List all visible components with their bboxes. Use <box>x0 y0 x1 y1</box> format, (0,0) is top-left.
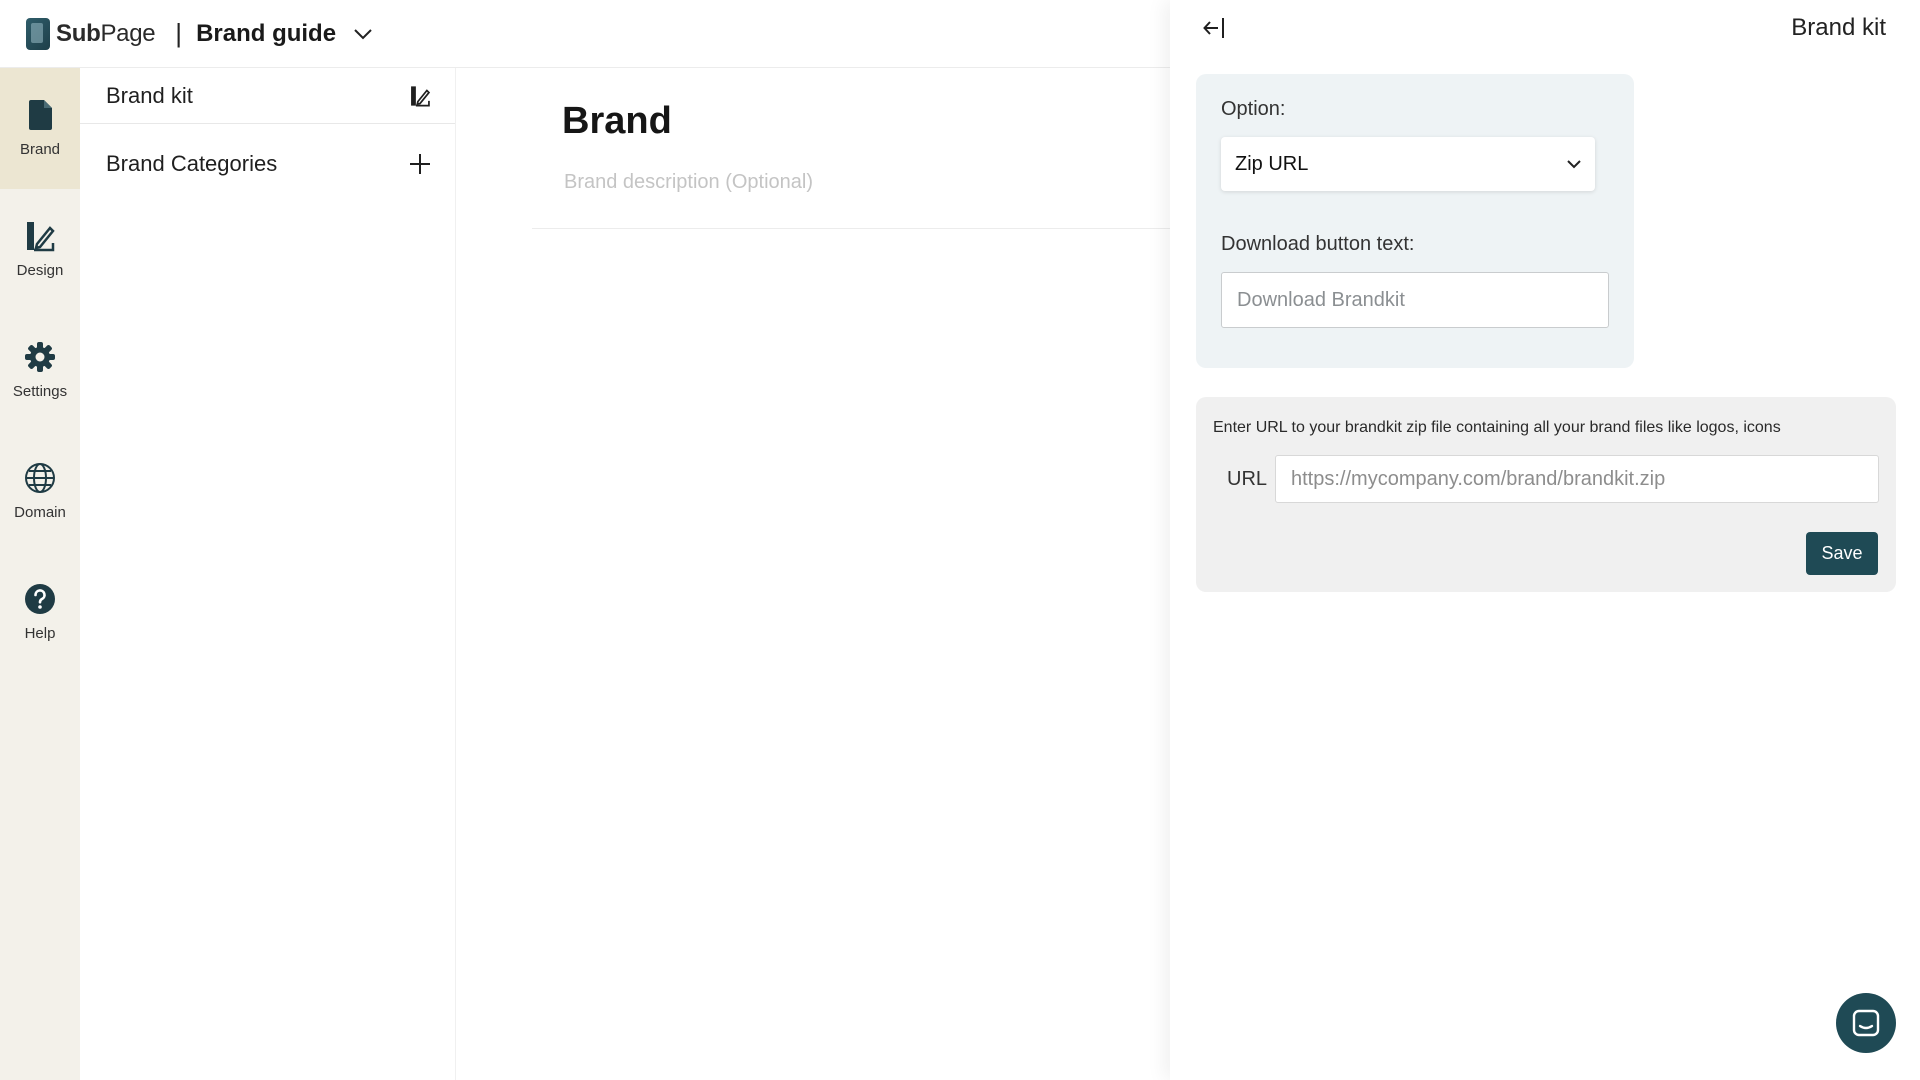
url-label: URL <box>1227 467 1268 490</box>
rail-label-domain: Domain <box>14 504 66 521</box>
rail-item-settings[interactable]: Settings <box>0 310 80 431</box>
url-hint-text: Enter URL to your brandkit zip file cont… <box>1213 419 1781 436</box>
main-content: Brand Brand description (Optional) <box>456 68 1172 1080</box>
save-button[interactable]: Save <box>1806 532 1878 575</box>
rail-label-settings: Settings <box>12 383 68 400</box>
top-header: SubPage | Brand guide <box>0 0 1170 68</box>
brand-description-input[interactable]: Brand description (Optional) <box>532 171 1172 194</box>
panel-title: Brand kit <box>1791 14 1886 41</box>
help-icon <box>25 584 55 614</box>
logo-light: Page <box>100 19 156 47</box>
rail-item-design[interactable]: Design <box>0 189 80 310</box>
rail-label-brand: Brand <box>19 141 61 158</box>
url-row: URL <box>1213 455 1879 503</box>
rail-item-help[interactable]: Help <box>0 552 80 673</box>
document-icon <box>29 100 52 130</box>
chevron-down-icon <box>1567 159 1581 168</box>
sidebar-item-brand-kit[interactable]: Brand kit <box>80 68 455 124</box>
document-title[interactable]: Brand guide <box>196 20 336 48</box>
chevron-down-icon[interactable] <box>352 23 374 45</box>
page-title[interactable]: Brand <box>532 100 1172 143</box>
rail-item-domain[interactable]: Domain <box>0 431 80 552</box>
subpage-logo-icon <box>26 17 50 50</box>
plus-icon[interactable] <box>409 153 431 175</box>
url-card: Enter URL to your brandkit zip file cont… <box>1196 397 1896 592</box>
url-input[interactable] <box>1275 455 1879 503</box>
download-button-text-label: Download button text: <box>1221 233 1415 255</box>
logo-bold: Sub <box>56 19 101 47</box>
brand-sidebar: Brand kit Brand Categories <box>80 68 456 1080</box>
chat-icon <box>1852 1009 1880 1037</box>
option-card: Option: Zip URL Download button text: <box>1196 74 1634 368</box>
design-icon <box>27 222 55 252</box>
title-separator: | <box>175 18 183 48</box>
sidebar-categories-label: Brand Categories <box>106 151 278 176</box>
sidebar-brand-kit-label: Brand kit <box>106 82 193 108</box>
chat-support-button[interactable] <box>1836 993 1896 1053</box>
app-logo-text: SubPage <box>56 19 156 48</box>
collapse-panel-icon[interactable] <box>1200 14 1228 42</box>
brand-kit-panel: Brand kit Option: Zip URL Download butto… <box>1170 0 1920 1080</box>
globe-icon <box>25 463 55 493</box>
design-edit-icon[interactable] <box>409 85 431 107</box>
rail-label-design: Design <box>16 262 64 279</box>
option-label: Option: <box>1221 98 1286 120</box>
rail-item-brand[interactable]: Brand <box>0 68 80 189</box>
option-select-value: Zip URL <box>1235 152 1309 175</box>
rail-label-help: Help <box>24 625 56 642</box>
panel-header: Brand kit <box>1170 0 1920 56</box>
sidebar-item-brand-categories[interactable]: Brand Categories <box>80 124 455 204</box>
brand-header-block: Brand Brand description (Optional) <box>532 100 1172 229</box>
download-button-text-input[interactable] <box>1221 272 1609 328</box>
left-nav-rail: Brand Design Settings Domain Help <box>0 68 80 1080</box>
option-select[interactable]: Zip URL <box>1221 137 1595 191</box>
gear-icon <box>25 342 55 372</box>
